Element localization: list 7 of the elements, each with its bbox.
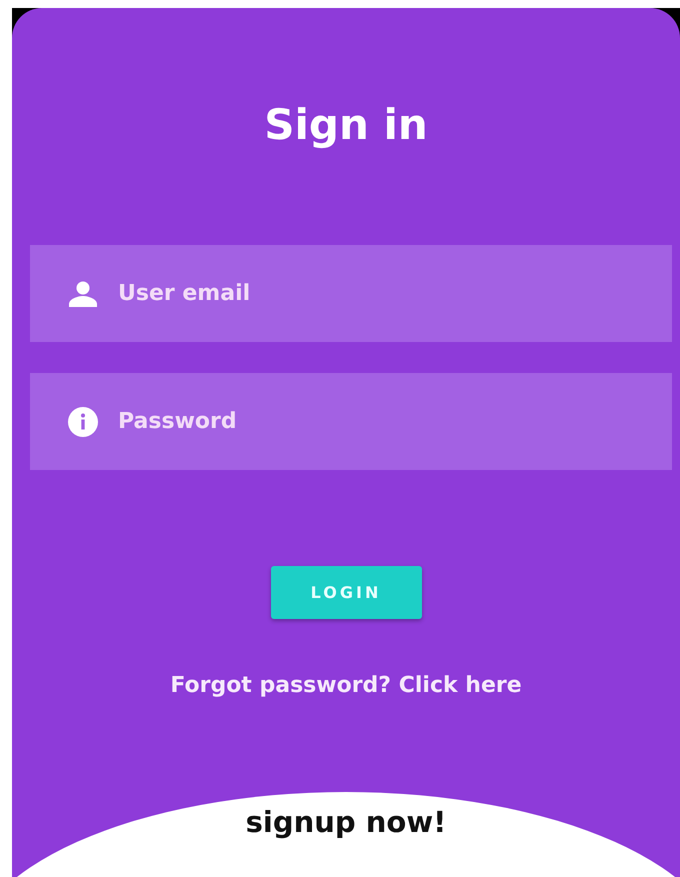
email-field[interactable]: User email: [118, 281, 672, 306]
forgot-password-link[interactable]: Forgot password? Click here: [170, 673, 522, 698]
info-icon: [68, 406, 98, 436]
page-title: Sign in: [264, 99, 428, 151]
password-field[interactable]: Password: [118, 409, 672, 434]
signup-link[interactable]: signup now!: [246, 804, 446, 840]
person-icon: [68, 280, 98, 306]
